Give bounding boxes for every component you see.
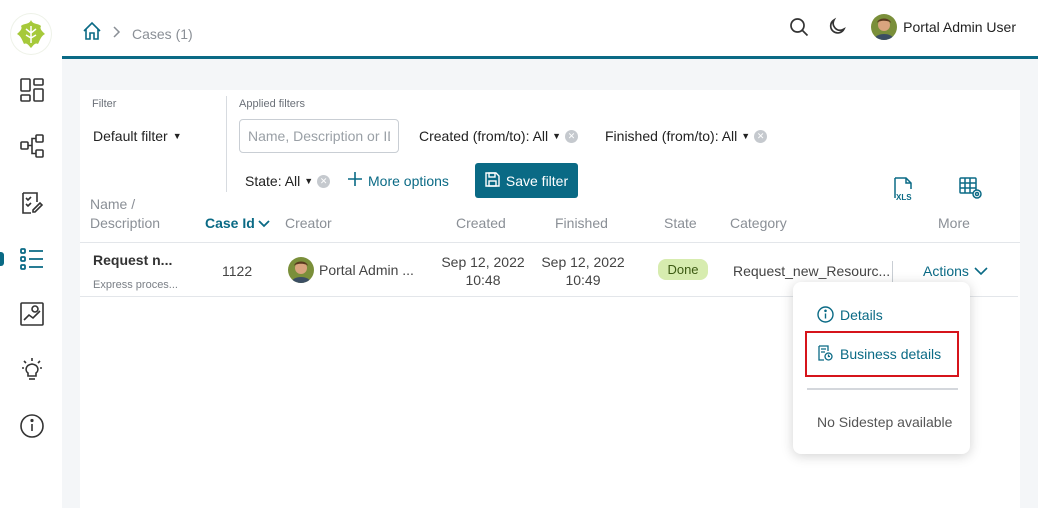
finished-filter-label: Finished (from/to): All <box>605 128 738 144</box>
finished-date-time: 10:49 <box>565 272 601 288</box>
created-filter-chip[interactable]: Created (from/to): All ▼ ✕ <box>419 128 579 144</box>
ivy-leaf-logo-icon <box>17 20 45 48</box>
caret-down-icon: ▼ <box>552 131 562 141</box>
logo[interactable] <box>11 14 51 54</box>
created-date: Sep 12, 2022 10:48 <box>438 253 528 289</box>
info-icon[interactable] <box>18 412 46 440</box>
finished-date-day: Sep 12, 2022 <box>541 254 625 270</box>
cases-icon[interactable] <box>18 245 46 273</box>
column-creator[interactable]: Creator <box>285 215 332 231</box>
divider <box>226 96 227 192</box>
breadcrumb: Cases (1) <box>82 21 193 46</box>
column-case-id-label: Case Id <box>205 215 255 231</box>
clear-icon[interactable]: ✕ <box>565 129 579 143</box>
case-category: Request_new_Resourc... <box>733 263 891 279</box>
tasks-icon[interactable] <box>18 189 46 217</box>
finished-filter-chip[interactable]: Finished (from/to): All ▼ ✕ <box>605 128 768 144</box>
process-icon[interactable] <box>18 132 46 160</box>
chevron-down-icon <box>974 263 988 279</box>
moon-icon[interactable] <box>827 17 847 37</box>
column-state[interactable]: State <box>664 215 697 231</box>
statistics-icon[interactable] <box>18 300 46 328</box>
user-name[interactable]: Portal Admin User <box>903 19 1016 35</box>
status-badge: Done <box>658 259 708 280</box>
created-date-time: 10:48 <box>465 272 501 288</box>
dashboard-icon[interactable] <box>18 76 46 104</box>
chevron-down-icon <box>258 215 270 231</box>
info-icon <box>817 306 834 323</box>
state-filter-label: State: All <box>245 173 301 189</box>
breadcrumb-current: Cases (1) <box>132 25 193 42</box>
filter-label: Filter <box>92 98 117 110</box>
creator-avatar <box>288 257 314 283</box>
state-filter-chip[interactable]: State: All ▼ ✕ <box>245 173 331 189</box>
caret-down-icon: ▼ <box>741 131 751 141</box>
created-date-day: Sep 12, 2022 <box>441 254 525 270</box>
no-sidestep-text: No Sidestep available <box>817 414 953 430</box>
search-input[interactable]: Name, Description or ID <box>239 119 399 153</box>
applied-filters-label: Applied filters <box>239 98 306 110</box>
save-filter-label: Save filter <box>505 172 569 189</box>
clear-icon[interactable]: ✕ <box>317 174 331 188</box>
filter-dropdown[interactable]: Default filter ▼ <box>93 128 182 144</box>
actions-button[interactable]: Actions <box>923 263 988 279</box>
column-case-id[interactable]: Case Id <box>205 215 270 231</box>
column-category[interactable]: Category <box>730 215 787 231</box>
column-created[interactable]: Created <box>456 215 506 231</box>
divider <box>892 261 893 283</box>
search-icon[interactable] <box>789 17 809 37</box>
caret-down-icon: ▼ <box>304 176 314 186</box>
more-options-label: More options <box>368 172 449 189</box>
svg-text:XLS: XLS <box>896 193 912 202</box>
table-settings-icon[interactable] <box>958 175 984 206</box>
clear-icon[interactable]: ✕ <box>754 129 768 143</box>
menu-item-business-details-label: Business details <box>840 345 942 362</box>
business-details-icon <box>817 345 834 362</box>
case-name[interactable]: Request n... <box>93 252 172 268</box>
active-indicator <box>0 252 4 266</box>
finished-date: Sep 12, 2022 10:49 <box>538 253 628 289</box>
export-xls-icon[interactable]: XLS <box>890 176 916 207</box>
header-divider <box>80 242 1020 243</box>
filter-value: Default filter <box>93 128 168 144</box>
menu-item-details[interactable]: Details <box>817 306 883 323</box>
column-finished[interactable]: Finished <box>555 215 608 231</box>
case-creator: Portal Admin ... <box>288 257 414 283</box>
creator-name: Portal Admin ... <box>319 262 414 278</box>
save-filter-button[interactable]: Save filter <box>475 163 578 198</box>
caret-down-icon: ▼ <box>172 131 182 141</box>
menu-item-details-label: Details <box>840 306 883 323</box>
created-filter-label: Created (from/to): All <box>419 128 549 144</box>
actions-menu: Details Business details No Sidestep ava… <box>793 282 970 454</box>
sidebar <box>0 0 62 508</box>
plus-icon <box>348 172 362 189</box>
menu-divider <box>807 388 958 390</box>
home-icon[interactable] <box>82 21 102 46</box>
chevron-right-icon <box>112 25 122 43</box>
column-description-label: Description <box>90 215 161 231</box>
column-name[interactable]: Name / Description <box>90 195 160 233</box>
menu-item-business-details[interactable]: Business details <box>817 345 941 362</box>
column-name-label: Name / <box>90 196 136 212</box>
actions-label: Actions <box>923 263 969 279</box>
topbar: Cases (1) Portal Admin User <box>62 0 1038 59</box>
search-placeholder: Name, Description or ID <box>248 128 390 144</box>
more-options-button[interactable]: More options <box>348 172 449 189</box>
case-description: Express proces... <box>93 279 178 291</box>
column-more: More <box>938 215 970 231</box>
floppy-disk-icon <box>485 171 500 190</box>
ideas-icon[interactable] <box>18 356 46 384</box>
avatar[interactable] <box>871 14 898 40</box>
case-id: 1122 <box>222 263 253 279</box>
